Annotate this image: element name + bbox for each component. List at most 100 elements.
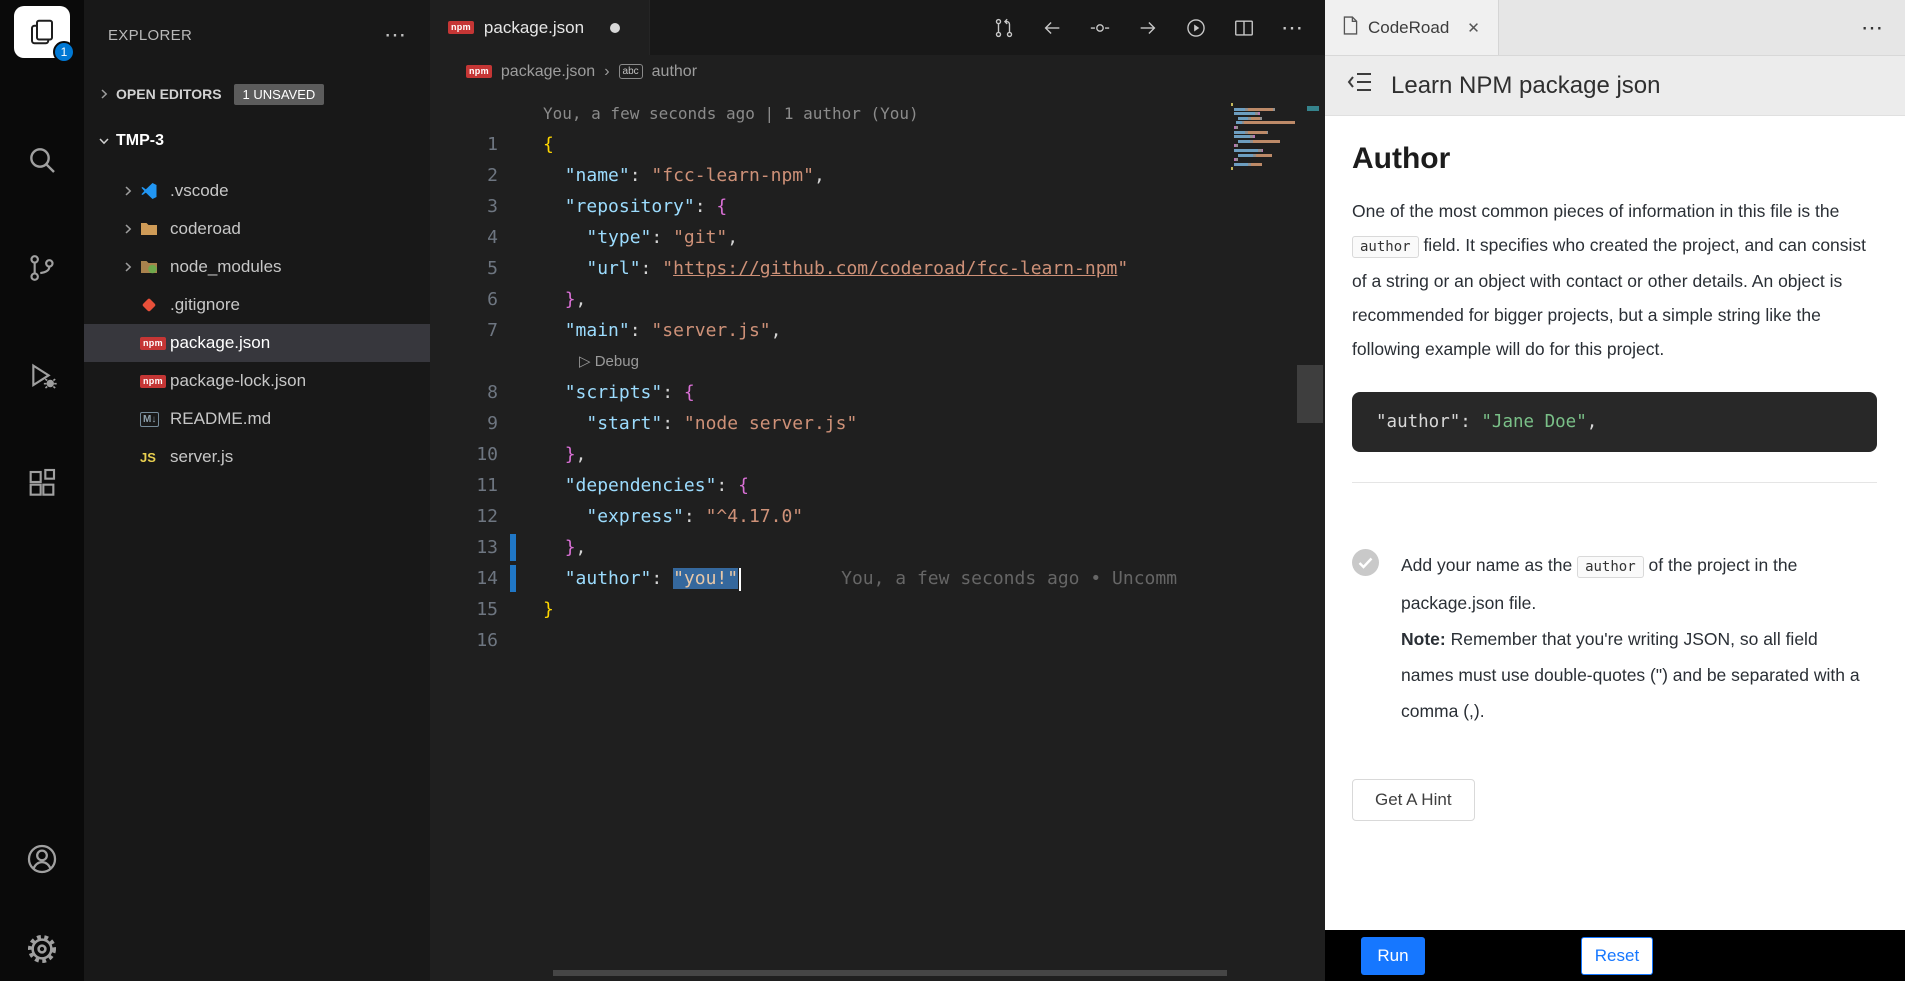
code-line-14[interactable]: 14 "author": "you!"You, a few seconds ag… [430, 563, 1325, 594]
account-icon[interactable] [22, 839, 62, 879]
chevron-right-icon [92, 86, 116, 102]
settings-gear-icon[interactable] [22, 929, 62, 969]
meta-row[interactable]: You, a few seconds ago | 1 author (You) [430, 98, 1325, 129]
navigate-back-icon[interactable] [1041, 17, 1063, 39]
split-editor-icon[interactable] [1233, 17, 1255, 39]
lesson-intro: One of the most common pieces of informa… [1352, 194, 1877, 366]
codelens-row[interactable]: ▷ Debug [430, 346, 1325, 377]
code-editor[interactable]: You, a few seconds ago | 1 author (You)1… [430, 88, 1325, 981]
code-line-2[interactable]: 2 "name": "fcc-learn-npm", [430, 160, 1325, 191]
breadcrumb-file[interactable]: package.json [501, 63, 595, 81]
minimap[interactable] [1231, 103, 1295, 177]
tab-package-json[interactable]: npm package.json [430, 0, 650, 55]
get-hint-button[interactable]: Get A Hint [1352, 779, 1475, 821]
example-code-block: "author": "Jane Doe", [1352, 392, 1877, 452]
vscode-icon [140, 182, 170, 200]
explorer-more-icon[interactable]: ⋯ [384, 30, 406, 40]
editor-tab-bar: npm package.json ⋯ [430, 0, 1325, 55]
code-line-3[interactable]: 3 "repository": { [430, 191, 1325, 222]
code-line-8[interactable]: 8 "scripts": { [430, 377, 1325, 408]
extensions-icon[interactable] [22, 464, 62, 504]
file-row-node_modules[interactable]: node_modules [84, 248, 430, 286]
coderoad-panel: CodeRoad ✕ ⋯ Learn NPM package json Auth… [1325, 0, 1905, 981]
open-editors-label: OPEN EDITORS [116, 86, 222, 102]
code-line-1[interactable]: 1{ [430, 129, 1325, 160]
code-lines: You, a few seconds ago | 1 author (You)1… [430, 98, 1325, 656]
task-item: Add your name as the author of the proje… [1352, 547, 1877, 729]
code-line-9[interactable]: 9 "start": "node server.js" [430, 408, 1325, 439]
close-icon[interactable]: ✕ [1467, 19, 1480, 37]
file-row-package-lock.json[interactable]: npmpackage-lock.json [84, 362, 430, 400]
folder-node-icon [140, 259, 170, 275]
file-row-README.md[interactable]: M↓README.md [84, 400, 430, 438]
code-line-7[interactable]: 7 "main": "server.js", [430, 315, 1325, 346]
tutorial-title: Learn NPM package json [1391, 72, 1660, 100]
activity-bar: 1 [0, 0, 84, 981]
coderoad-footer: Run Reset [1325, 930, 1905, 981]
run-debug-icon[interactable] [22, 356, 62, 396]
code-line-12[interactable]: 12 "express": "^4.17.0" [430, 501, 1325, 532]
git-icon [140, 296, 170, 314]
code-line-13[interactable]: 13 }, [430, 532, 1325, 563]
divider [1352, 482, 1877, 483]
run-button[interactable]: Run [1361, 937, 1425, 975]
npm-icon: npm [448, 21, 474, 34]
npm-icon: npm [140, 337, 170, 350]
inline-blame: You, a few seconds ago • Uncomm [841, 568, 1177, 589]
code-line-16[interactable]: 16 [430, 625, 1325, 656]
horizontal-scrollbar-thumb[interactable] [553, 970, 1227, 976]
tab-coderoad[interactable]: CodeRoad ✕ [1325, 0, 1499, 55]
code-line-6[interactable]: 6 }, [430, 284, 1325, 315]
tutorial-body: Author One of the most common pieces of … [1325, 116, 1905, 930]
panel-more-icon[interactable]: ⋯ [1861, 15, 1905, 41]
search-icon[interactable] [22, 140, 62, 180]
code-line-11[interactable]: 11 "dependencies": { [430, 470, 1325, 501]
source-control-icon[interactable] [22, 248, 62, 288]
modified-dot-icon[interactable] [610, 23, 620, 33]
code-line-15[interactable]: 15} [430, 594, 1325, 625]
markdown-icon: M↓ [140, 412, 170, 427]
run-file-icon[interactable] [1185, 17, 1207, 39]
task-description: Add your name as the author of the proje… [1401, 547, 1871, 729]
folder-icon [140, 221, 170, 237]
chevron-down-icon [92, 133, 116, 149]
breadcrumb-symbol[interactable]: author [652, 63, 697, 81]
npm-icon: npm [140, 375, 170, 388]
navigate-forward-icon[interactable] [1137, 17, 1159, 39]
explorer-sidebar: EXPLORER ⋯ OPEN EDITORS 1 UNSAVED TMP-3 … [84, 0, 430, 981]
lesson-heading: Author [1352, 142, 1877, 176]
coderoad-tab-label: CodeRoad [1368, 18, 1449, 38]
file-row-.gitignore[interactable]: .gitignore [84, 286, 430, 324]
code-line-4[interactable]: 4 "type": "git", [430, 222, 1325, 253]
file-name: .gitignore [170, 295, 240, 315]
reset-button[interactable]: Reset [1581, 937, 1653, 975]
sidebar-title: EXPLORER [108, 27, 192, 44]
vertical-scrollbar-thumb[interactable] [1297, 365, 1323, 423]
file-name: README.md [170, 409, 271, 429]
activity-badge: 1 [53, 41, 75, 63]
chevron-right-icon [116, 259, 140, 275]
overview-ruler-mark [1307, 106, 1319, 111]
file-name: package-lock.json [170, 371, 306, 391]
code-line-10[interactable]: 10 }, [430, 439, 1325, 470]
current-position-icon[interactable] [1089, 17, 1111, 39]
file-row-package.json[interactable]: npmpackage.json [84, 324, 430, 362]
back-menu-icon[interactable] [1347, 71, 1373, 100]
file-row-server.js[interactable]: JSserver.js [84, 438, 430, 476]
file-name: server.js [170, 447, 233, 467]
file-row-coderoad[interactable]: coderoad [84, 210, 430, 248]
breadcrumb: npm package.json › abc author [430, 55, 1325, 88]
explorer-activity-button[interactable]: 1 [14, 6, 70, 58]
code-line-5[interactable]: 5 "url": "https://github.com/coderoad/fc… [430, 253, 1325, 284]
pull-request-icon[interactable] [993, 17, 1015, 39]
file-name: node_modules [170, 257, 282, 277]
coderoad-tab-bar: CodeRoad ✕ ⋯ [1325, 0, 1905, 56]
workspace-root-label: TMP-3 [116, 132, 164, 150]
editor-group: npm package.json ⋯ npm package.json › ab… [430, 0, 1325, 981]
open-editors-section[interactable]: OPEN EDITORS 1 UNSAVED [84, 70, 430, 118]
workspace-root-row[interactable]: TMP-3 [84, 118, 430, 164]
npm-icon: npm [466, 65, 492, 78]
editor-more-icon[interactable]: ⋯ [1281, 15, 1303, 41]
file-tree: .vscodecoderoad node_modules .gitignore npm… [84, 164, 430, 476]
file-row-.vscode[interactable]: .vscode [84, 172, 430, 210]
